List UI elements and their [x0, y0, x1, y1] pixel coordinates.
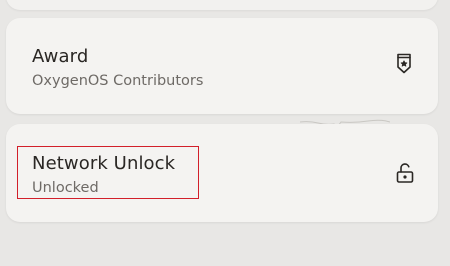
- award-title: Award: [32, 46, 89, 67]
- award-subtitle: OxygenOS Contributors: [32, 73, 204, 89]
- network-unlock-highlight-box: [17, 146, 199, 199]
- unlocked-padlock-icon: [392, 160, 418, 186]
- award-badge-icon: [391, 51, 417, 77]
- previous-settings-card[interactable]: [6, 0, 438, 10]
- award-item[interactable]: Award OxygenOS Contributors: [6, 18, 438, 114]
